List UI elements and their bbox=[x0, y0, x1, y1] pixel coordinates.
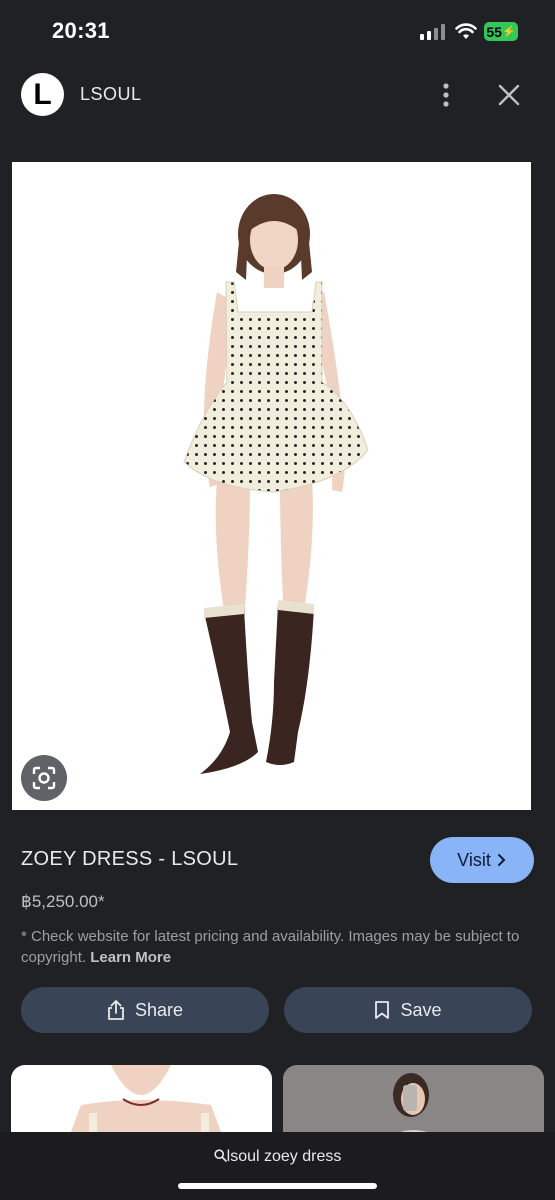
home-indicator[interactable] bbox=[178, 1183, 377, 1189]
bookmark-icon bbox=[375, 1001, 390, 1019]
close-icon[interactable] bbox=[496, 82, 522, 108]
share-button[interactable]: Share bbox=[21, 987, 269, 1033]
search-query-text: lsoul zoey dress bbox=[226, 1148, 342, 1165]
lens-icon bbox=[32, 766, 56, 790]
product-price: ฿5,250.00* bbox=[21, 892, 105, 911]
product-image[interactable] bbox=[12, 162, 531, 810]
pricing-disclaimer: * Check website for latest pricing and a… bbox=[21, 926, 536, 968]
wifi-icon bbox=[455, 23, 477, 39]
visual-search-lens-button[interactable] bbox=[21, 755, 67, 801]
charging-bolt-icon: ⚡ bbox=[501, 26, 516, 38]
status-time: 20:31 bbox=[52, 18, 110, 43]
chevron-right-icon bbox=[497, 854, 506, 866]
battery-indicator: 55 ⚡ bbox=[484, 22, 518, 41]
visit-label: Visit bbox=[457, 849, 491, 870]
brand-logo[interactable]: L bbox=[21, 73, 64, 116]
brand-name[interactable]: LSOUL bbox=[80, 84, 142, 105]
search-query[interactable]: lsoul zoey dress bbox=[0, 1148, 555, 1166]
battery-level: 55 bbox=[486, 23, 502, 40]
logo-letter: L bbox=[33, 77, 52, 111]
share-icon bbox=[108, 1000, 124, 1020]
visit-button[interactable]: Visit bbox=[430, 837, 534, 883]
bottom-search-bar bbox=[0, 1132, 555, 1200]
share-label: Share bbox=[134, 999, 184, 1020]
save-button[interactable]: Save bbox=[284, 987, 532, 1033]
learn-more-link[interactable]: Learn More bbox=[90, 949, 171, 966]
more-options-icon[interactable] bbox=[436, 82, 456, 108]
model-illustration bbox=[183, 194, 369, 774]
cellular-signal-icon bbox=[420, 24, 445, 40]
save-label: Save bbox=[400, 999, 442, 1020]
search-icon bbox=[214, 1149, 227, 1162]
product-title: ZOEY DRESS - LSOUL bbox=[21, 848, 239, 870]
